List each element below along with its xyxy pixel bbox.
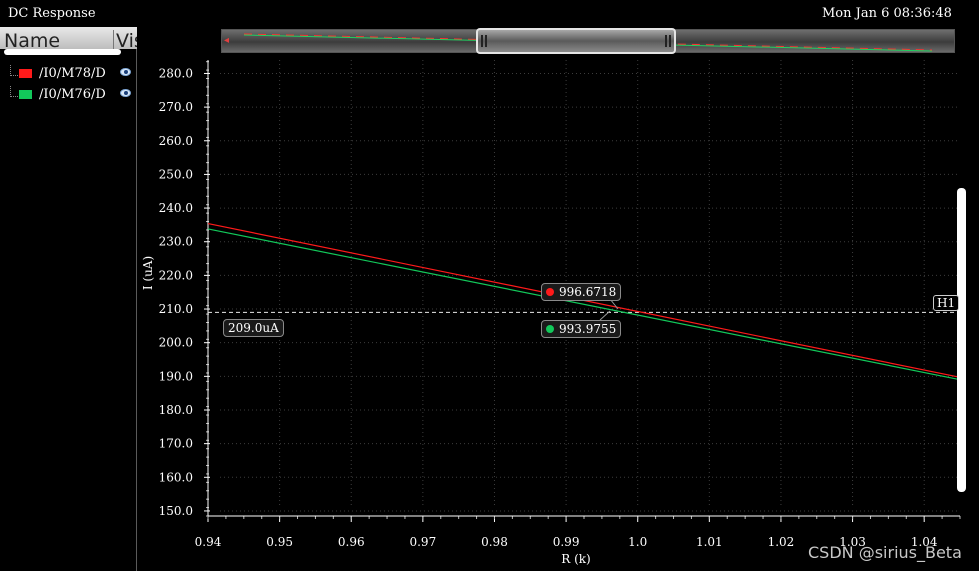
marker-h1-label[interactable]: H1 <box>933 295 960 311</box>
trace-color-swatch <box>19 69 32 78</box>
trace-label: /I0/M76/D <box>39 87 106 102</box>
x-tick-label: 0.98 <box>481 535 508 549</box>
trace-item-m78[interactable]: /I0/M78/D <box>0 65 137 83</box>
vertical-scrollbar[interactable] <box>957 188 966 492</box>
window-title: DC Response <box>8 6 96 21</box>
y-tick-label: 210.0 <box>159 302 193 316</box>
trace-list-panel: Name Vis /I0/M78/D /I0/M76/D <box>0 27 137 571</box>
trace-label: /I0/M78/D <box>39 66 106 81</box>
left-grip-handle[interactable] <box>481 35 487 47</box>
y-tick-label: 270.0 <box>159 100 193 114</box>
annotation-value: 993.9755 <box>559 322 617 336</box>
annotation-m76[interactable]: 993.9755 <box>541 320 622 338</box>
x-tick-label: 1.02 <box>768 535 795 549</box>
sidebar-horizontal-scrollbar[interactable] <box>4 49 121 55</box>
y-tick-label: 180.0 <box>159 403 193 417</box>
x-tick-label: 1.01 <box>696 535 723 549</box>
annotation-value: 996.6718 <box>559 285 617 299</box>
y-tick-label: 150.0 <box>159 504 193 518</box>
overview-range-thumb[interactable] <box>476 28 676 54</box>
x-tick-label: 0.97 <box>409 535 436 549</box>
datetime-label: Mon Jan 6 08:36:48 <box>822 6 952 21</box>
y-tick-label: 280.0 <box>159 66 193 80</box>
visibility-eye-icon[interactable] <box>120 68 131 76</box>
y-tick-label: 250.0 <box>159 167 193 181</box>
y-axis-label: I (uA) <box>141 256 155 290</box>
trace-item-m76[interactable]: /I0/M76/D <box>0 86 137 104</box>
visibility-eye-icon[interactable] <box>120 89 131 97</box>
column-header-vis[interactable]: Vis <box>113 30 137 49</box>
column-header-name[interactable]: Name <box>4 30 60 49</box>
marker-value-label: 209.0uA <box>223 319 284 337</box>
x-tick-label: 0.99 <box>553 535 580 549</box>
y-tick-label: 170.0 <box>159 437 193 451</box>
series-line-m76 <box>207 228 961 381</box>
tree-connector <box>10 86 18 97</box>
x-tick-label: 0.95 <box>266 535 293 549</box>
y-tick-label: 190.0 <box>159 369 193 383</box>
x-tick-label: 0.96 <box>338 535 365 549</box>
y-tick-label: 220.0 <box>159 268 193 282</box>
y-tick-label: 160.0 <box>159 470 193 484</box>
y-tick-label: 240.0 <box>159 201 193 215</box>
right-grip-handle[interactable] <box>665 35 671 47</box>
x-axis-label: R (k) <box>561 552 590 566</box>
annotation-m78[interactable]: 996.6718 <box>541 283 622 301</box>
watermark: CSDN @sirius_Beta <box>808 543 962 562</box>
overview-left-arrow-icon[interactable]: ◂ <box>224 35 229 46</box>
y-tick-label: 230.0 <box>159 235 193 249</box>
x-tick-label: 1.0 <box>628 535 647 549</box>
y-tick-label: 200.0 <box>159 336 193 350</box>
annotation-leader <box>599 310 611 321</box>
tree-connector <box>10 65 18 76</box>
plot-area: 150.0 160.0 170.0 180.0 190.0 200.0 210.0 220.0… <box>141 60 961 566</box>
annotation-dot-icon <box>546 288 554 296</box>
trace-color-swatch <box>19 90 32 99</box>
x-tick-label: 0.94 <box>195 535 222 549</box>
trace-list-header: Name Vis <box>0 27 137 49</box>
annotation-dot-icon <box>546 325 554 333</box>
window-titlebar: DC Response Mon Jan 6 08:36:48 <box>0 0 979 27</box>
overview-scrollbar[interactable]: ◂ <box>221 28 955 54</box>
y-tick-label: 260.0 <box>159 134 193 148</box>
